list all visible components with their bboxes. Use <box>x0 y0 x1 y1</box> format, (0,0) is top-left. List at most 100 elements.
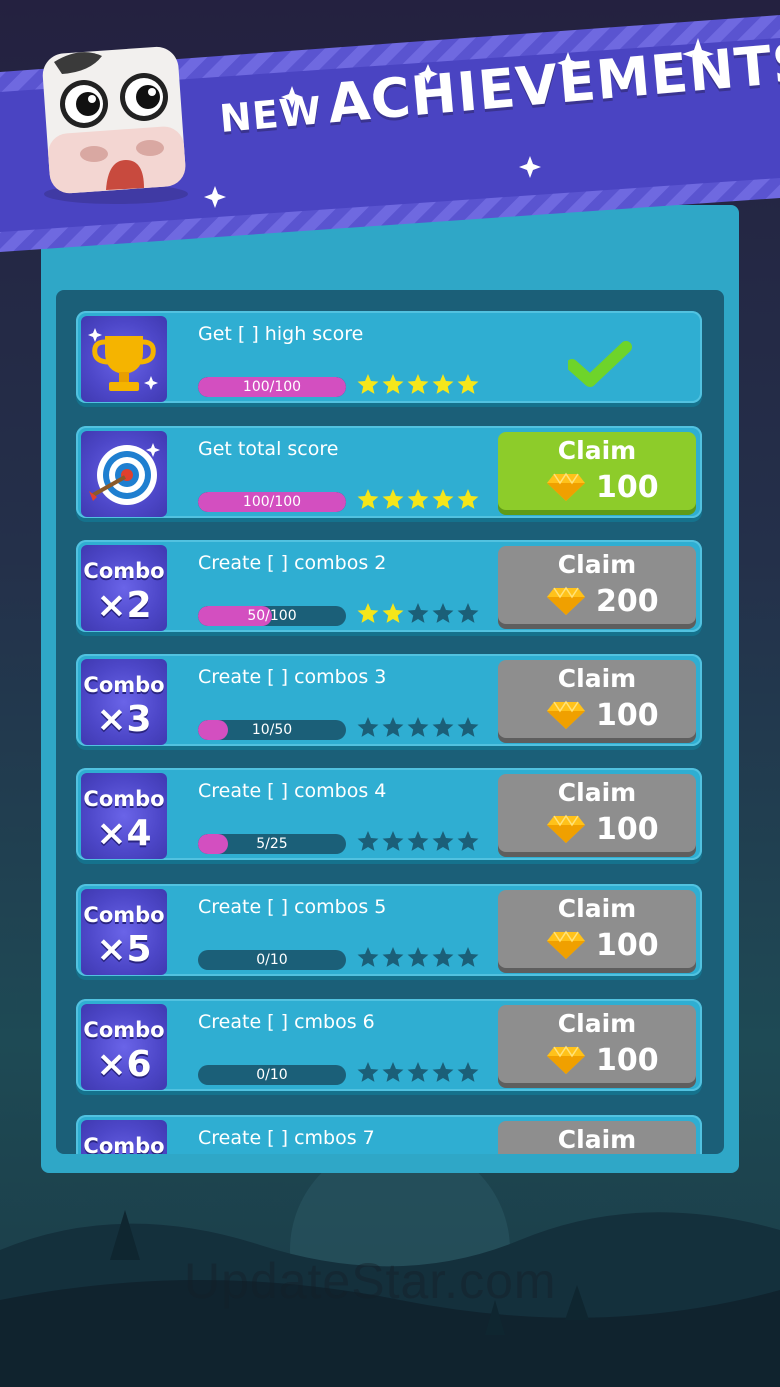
achievement-list[interactable]: Get [ ] high score 100/100 Get total sco… <box>56 290 724 1154</box>
star-rating <box>357 717 479 737</box>
achievement-row: Combo ×3 Create [ ] combos 3 10/50 Claim… <box>76 654 702 746</box>
achievement-row: Combo ×2 Create [ ] combos 2 50/100 Clai… <box>76 540 702 632</box>
star-filled-icon <box>457 489 479 509</box>
achievement-row: Combo ×5 Create [ ] combos 5 0/10 Claim … <box>76 884 702 976</box>
gem-icon <box>547 1045 585 1074</box>
claim-button[interactable]: Claim 100 <box>498 1005 696 1083</box>
banner-title-small: NEW <box>217 88 324 142</box>
progress-bar: 0/10 <box>198 1065 346 1085</box>
combo-multiplier: ×2 <box>96 585 152 626</box>
target-badge <box>81 431 167 517</box>
star-filled-icon <box>432 374 454 394</box>
combo-badge: Combo ×2 <box>81 545 167 631</box>
achievement-row: Get [ ] high score 100/100 <box>76 311 702 403</box>
claim-button[interactable]: Claim <box>498 1121 696 1154</box>
combo-word: Combo <box>83 1018 165 1042</box>
claim-button[interactable]: Claim 200 <box>498 546 696 624</box>
star-filled-icon <box>357 603 379 623</box>
claim-label: Claim <box>557 550 637 579</box>
combo-multiplier: ×6 <box>96 1044 152 1085</box>
star-empty-icon <box>457 717 479 737</box>
star-empty-icon <box>432 717 454 737</box>
star-empty-icon <box>457 947 479 967</box>
achievement-title: Create [ ] combos 3 <box>198 666 387 688</box>
combo-multiplier: ×3 <box>96 699 152 740</box>
star-empty-icon <box>382 947 404 967</box>
claim-label: Claim <box>557 664 637 693</box>
star-filled-icon <box>382 489 404 509</box>
progress-text: 5/25 <box>256 836 288 852</box>
combo-multiplier: ×5 <box>96 929 152 970</box>
combo-word: Combo <box>83 559 165 583</box>
star-rating <box>357 1062 479 1082</box>
gem-icon <box>547 814 585 843</box>
star-empty-icon <box>407 831 429 851</box>
combo-word: Combo <box>83 903 165 927</box>
star-empty-icon <box>407 947 429 967</box>
progress-text: 100/100 <box>242 494 302 510</box>
star-rating <box>357 489 479 509</box>
cow-mascot-icon <box>42 46 188 204</box>
progress-text: 0/10 <box>256 952 288 968</box>
reward-amount: 100 <box>596 928 659 963</box>
combo-badge: Combo ×3 <box>81 659 167 745</box>
claim-button[interactable]: Claim 100 <box>498 432 696 510</box>
gem-icon <box>547 472 585 501</box>
trophy-badge <box>81 316 167 402</box>
achievement-title: Get total score <box>198 438 339 460</box>
achievement-title: Get [ ] high score <box>198 323 364 345</box>
combo-word: Combo <box>83 1134 165 1154</box>
target-icon <box>89 443 160 505</box>
gem-icon <box>547 930 585 959</box>
reward-amount: 100 <box>596 470 659 505</box>
star-filled-icon <box>382 374 404 394</box>
claim-label: Claim <box>557 778 637 807</box>
claim-label: Claim <box>557 1009 637 1038</box>
star-empty-icon <box>357 831 379 851</box>
claim-button[interactable]: Claim 100 <box>498 774 696 852</box>
star-empty-icon <box>432 1062 454 1082</box>
star-empty-icon <box>457 831 479 851</box>
achievement-row: Get total score 100/100 Claim 100 <box>76 426 702 518</box>
gem-icon <box>547 586 585 615</box>
progress-bar: 50/100 <box>198 606 346 626</box>
achievement-title: Create [ ] cmbos 6 <box>198 1011 375 1033</box>
star-empty-icon <box>357 947 379 967</box>
claim-label: Claim <box>557 894 637 923</box>
progress-text: 100/100 <box>242 379 302 395</box>
achievement-row: Combo ×7 Create [ ] cmbos 7 Claim <box>76 1115 702 1154</box>
reward-amount: 100 <box>596 698 659 733</box>
reward-amount: 100 <box>596 812 659 847</box>
combo-word: Combo <box>83 787 165 811</box>
gem-icon <box>547 700 585 729</box>
combo-word: Combo <box>83 673 165 697</box>
achievement-row: Combo ×4 Create [ ] combos 4 5/25 Claim … <box>76 768 702 860</box>
claim-button[interactable]: Claim 100 <box>498 660 696 738</box>
star-empty-icon <box>432 603 454 623</box>
claim-button[interactable]: Claim 100 <box>498 890 696 968</box>
star-rating <box>357 603 479 623</box>
progress-bar: 100/100 <box>198 377 346 397</box>
combo-multiplier: ×4 <box>96 813 152 854</box>
star-empty-icon <box>407 717 429 737</box>
progress-bar: 5/25 <box>198 834 346 854</box>
star-filled-icon <box>457 374 479 394</box>
combo-badge: Combo ×4 <box>81 773 167 859</box>
star-rating <box>357 947 479 967</box>
achievement-title: Create [ ] cmbos 7 <box>198 1127 375 1149</box>
star-filled-icon <box>432 489 454 509</box>
star-empty-icon <box>457 603 479 623</box>
achievement-title: Create [ ] combos 4 <box>198 780 387 802</box>
progress-text: 50/100 <box>247 608 297 624</box>
star-empty-icon <box>432 831 454 851</box>
star-filled-icon <box>357 489 379 509</box>
reward-amount: 100 <box>596 1043 659 1078</box>
watermark: UpdateStar.com <box>184 1253 557 1309</box>
star-empty-icon <box>382 831 404 851</box>
combo-badge: Combo ×6 <box>81 1004 167 1090</box>
checkmark-icon <box>568 341 632 387</box>
star-empty-icon <box>457 1062 479 1082</box>
combo-badge: Combo ×7 <box>81 1120 167 1154</box>
combo-badge: Combo ×5 <box>81 889 167 975</box>
progress-bar: 0/10 <box>198 950 346 970</box>
